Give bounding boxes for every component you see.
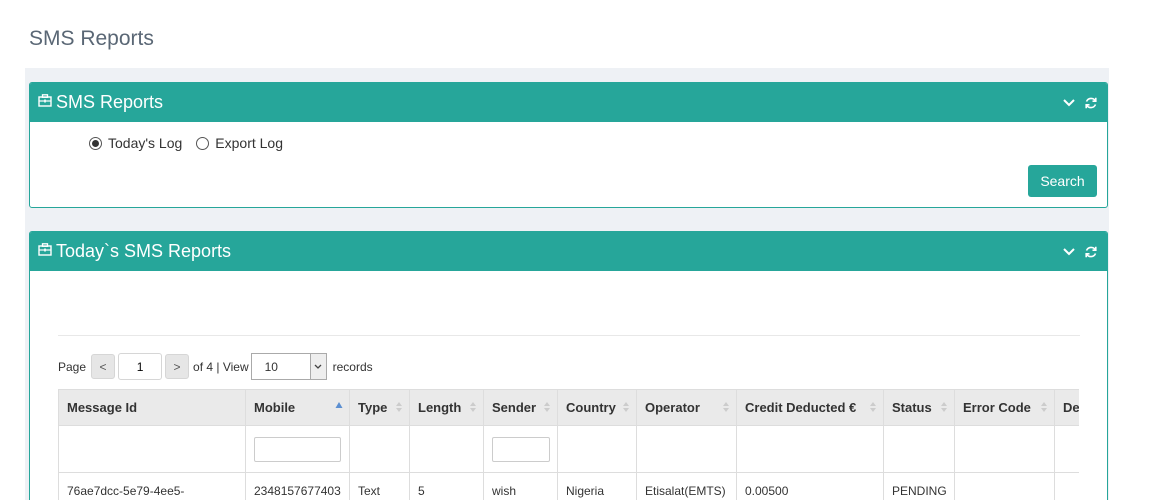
chevron-down-icon[interactable] — [1061, 95, 1077, 111]
column-header-credit-deducted[interactable]: Credit Deducted € — [736, 389, 884, 426]
page-count-text: of 4 | View — [193, 359, 249, 374]
column-header-error-code[interactable]: Error Code — [954, 389, 1055, 426]
log-type-radio-group: Today's Log Export Log — [89, 135, 297, 151]
chevron-down-icon[interactable] — [1061, 244, 1077, 260]
briefcase-icon — [38, 242, 52, 261]
pagination: Page < > of 4 | View 10 records — [58, 353, 373, 380]
sort-icon — [469, 401, 477, 416]
page-label: Page — [58, 359, 87, 374]
cell-operator: Etisalat(EMTS) — [636, 472, 737, 500]
column-header-country[interactable]: Country — [557, 389, 637, 426]
cell-sender: wish — [483, 472, 558, 500]
sort-icon — [543, 401, 551, 416]
cell-length: 5 — [409, 472, 484, 500]
refresh-icon[interactable] — [1083, 244, 1099, 260]
cell-credit-deducted: 0.00500 — [736, 472, 884, 500]
todays-sms-reports-panel: Today`s SMS Reports Page < > of 4 | View… — [29, 231, 1108, 500]
panel-title: Today`s SMS Reports — [56, 241, 232, 261]
export-log-radio[interactable]: Export Log — [196, 135, 283, 151]
page-size-value: 10 — [264, 359, 278, 374]
page-title: SMS Reports — [29, 27, 154, 50]
records-label: records — [332, 359, 373, 374]
cell-error-code — [954, 472, 1055, 500]
sort-icon — [722, 401, 730, 416]
prev-page-button[interactable]: < — [91, 354, 116, 379]
briefcase-icon — [38, 93, 52, 112]
column-header-operator[interactable]: Operator — [636, 389, 737, 426]
sender-filter-input[interactable] — [492, 436, 550, 462]
page-number-input[interactable] — [118, 353, 163, 380]
cell-type: Text — [349, 472, 410, 500]
refresh-icon[interactable] — [1083, 95, 1099, 111]
sort-icon — [869, 401, 877, 416]
todays-log-radio[interactable]: Today's Log — [89, 135, 182, 151]
search-button[interactable]: Search — [1028, 165, 1097, 197]
sort-icon — [395, 401, 403, 416]
sms-report-table-container[interactable]: Message Id Mobile Type Length Sender Cou… — [58, 389, 1079, 500]
table-row[interactable]: 76ae7dcc-5e79-4ee5- 2348157677403 Text 5… — [58, 472, 1079, 500]
table-header-row: Message Id Mobile Type Length Sender Cou… — [58, 389, 1079, 426]
column-header-mobile[interactable]: Mobile — [245, 389, 350, 426]
cell-mobile: 2348157677403 — [245, 472, 350, 500]
export-log-label: Export Log — [215, 135, 283, 151]
cell-country: Nigeria — [557, 472, 637, 500]
panel-title: SMS Reports — [56, 92, 164, 112]
sort-icon — [940, 401, 948, 416]
radio-unchecked-icon — [196, 136, 210, 150]
sort-icon — [1040, 401, 1048, 416]
next-page-button[interactable]: > — [165, 354, 190, 379]
column-header-length[interactable]: Length — [409, 389, 484, 426]
sort-asc-icon — [335, 401, 343, 416]
column-header-type[interactable]: Type — [349, 389, 410, 426]
chevron-down-icon — [309, 354, 326, 379]
mobile-filter-input[interactable] — [254, 436, 341, 462]
radio-checked-icon — [89, 136, 102, 150]
filter-row — [58, 425, 1079, 473]
cell-de — [1054, 472, 1079, 500]
column-header-sender[interactable]: Sender — [483, 389, 558, 426]
sms-report-table: Message Id Mobile Type Length Sender Cou… — [58, 389, 1079, 500]
cell-message-id: 76ae7dcc-5e79-4ee5- — [58, 472, 246, 500]
sms-reports-panel: SMS Reports Today's Log Export Log Searc… — [29, 82, 1108, 208]
column-header-de[interactable]: De — [1054, 389, 1079, 426]
sort-icon — [622, 401, 630, 416]
todays-log-label: Today's Log — [108, 135, 183, 151]
panel-header: Today`s SMS Reports — [30, 232, 1107, 271]
column-header-status[interactable]: Status — [883, 389, 955, 426]
column-header-message-id[interactable]: Message Id — [58, 389, 246, 426]
cell-status: PENDING — [883, 472, 955, 500]
page-size-select[interactable]: 10 — [250, 353, 327, 380]
panel-header: SMS Reports — [30, 83, 1107, 122]
divider — [58, 335, 1080, 336]
